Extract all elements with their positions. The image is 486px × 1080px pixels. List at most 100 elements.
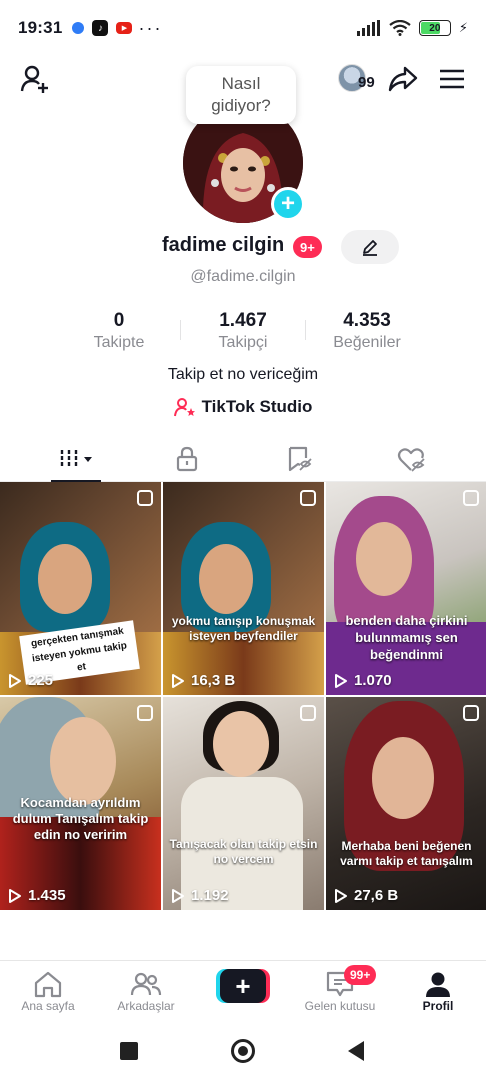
video-thumbnail[interactable]: Tanışacak olan takip etsin no vercem 1.1… <box>163 697 324 910</box>
video-view-count: 1.435 <box>8 887 66 904</box>
status-right: 20 ⚡ <box>356 20 468 36</box>
multi-photo-icon <box>300 705 316 721</box>
view-count-text: 1.435 <box>28 887 66 904</box>
status-bubble[interactable]: Nasıl gidiyor? <box>186 66 296 124</box>
nav-inbox[interactable]: 99+ Gelen kutusu <box>292 965 388 1013</box>
profile-content-tabs <box>0 436 486 482</box>
play-icon <box>335 888 347 903</box>
stat-likes-value: 4.353 <box>343 310 391 331</box>
tab-reposts[interactable] <box>264 436 334 482</box>
system-navigation-bar <box>0 1024 486 1080</box>
play-icon <box>335 673 347 688</box>
home-system-button[interactable] <box>231 1039 255 1063</box>
nav-profile-label: Profil <box>422 999 454 1013</box>
video-view-count: 225 <box>8 672 53 689</box>
status-time: 19:31 <box>18 18 63 37</box>
charging-icon: ⚡ <box>458 20 468 35</box>
back-button[interactable] <box>346 1040 366 1062</box>
view-count-text: 1.070 <box>354 672 392 689</box>
share-profile-button[interactable] <box>386 62 420 96</box>
friends-icon <box>130 972 162 996</box>
share-icon <box>388 66 418 92</box>
more-notifications-icon: ··· <box>138 17 163 38</box>
videos-grid-icon <box>60 450 92 468</box>
stat-followers-label: Takipçi <box>218 334 268 351</box>
reposts-icon <box>288 446 312 472</box>
tab-liked[interactable] <box>376 436 446 482</box>
bubble-line-2: gidiyor? <box>211 96 271 115</box>
video-caption: yokmu tanışıp konuşmak isteyen beyfendil… <box>171 614 316 643</box>
nav-home-label: Ana sayfa <box>21 999 75 1013</box>
private-lock-icon <box>176 446 198 472</box>
bottom-navigation: Ana sayfa Arkadaşlar + 99+ Gelen kutusu <box>0 960 486 1024</box>
menu-icon <box>440 69 464 89</box>
menu-button[interactable] <box>435 62 469 96</box>
play-icon <box>9 888 21 903</box>
video-thumbnail[interactable]: gerçekten tanışmak isteyen yokmu takip e… <box>0 482 161 695</box>
video-view-count: 27,6 B <box>334 887 398 904</box>
edit-profile-button[interactable] <box>341 230 399 264</box>
stat-following-label: Takipte <box>93 334 145 351</box>
video-view-count: 1.070 <box>334 672 392 689</box>
signal-icon <box>356 20 380 36</box>
video-view-count: 1.192 <box>171 887 229 904</box>
nav-home[interactable]: Ana sayfa <box>0 969 96 1013</box>
thumbnail-face <box>213 711 269 777</box>
status-notification-icons: ♪ ▶ <box>72 20 133 36</box>
video-thumbnail[interactable]: yokmu tanışıp konuşmak isteyen beyfendil… <box>163 482 324 695</box>
video-caption: Tanışacak olan takip etsin no vercem <box>169 837 318 866</box>
tiktok-studio-link[interactable]: TikTok Studio <box>0 397 486 417</box>
nav-friends-label: Arkadaşlar <box>117 999 175 1013</box>
play-icon <box>172 888 184 903</box>
liked-icon <box>397 448 425 472</box>
pencil-icon <box>363 240 377 256</box>
studio-user-star-icon <box>173 398 195 417</box>
profile-bio: Takip et no vericeğim <box>167 366 319 383</box>
profile-stats: 0 Takipte 1.467 Takipçi 4.353 Beğeniler <box>0 310 486 354</box>
nav-profile[interactable]: Profil <box>390 969 486 1013</box>
view-count-text: 27,6 B <box>354 887 399 904</box>
multi-photo-icon <box>137 705 153 721</box>
battery-icon: 20 <box>418 20 451 36</box>
stat-likes-label: Beğeniler <box>333 334 401 351</box>
nav-inbox-label: Gelen kutusu <box>304 999 376 1013</box>
profile-icon <box>426 972 450 997</box>
notification-badge[interactable]: 9+ <box>293 236 322 258</box>
stat-likes[interactable]: 4.353 Beğeniler <box>322 310 412 352</box>
chat-notification-icon <box>72 22 85 34</box>
inbox-badge: 99+ <box>344 965 377 985</box>
stat-followers[interactable]: 1.467 Takipçi <box>198 310 288 352</box>
thumbnail-face <box>199 544 253 614</box>
multi-photo-icon <box>137 490 153 506</box>
play-icon <box>9 673 21 688</box>
view-count-text: 225 <box>28 672 54 689</box>
add-friend-button[interactable] <box>18 62 52 96</box>
video-thumbnail[interactable]: Merhaba beni beğenen varmı takip et tanı… <box>326 697 486 910</box>
stat-divider <box>305 320 306 340</box>
name-row: fadime cilgin 9+ <box>0 230 486 264</box>
recent-apps-button[interactable] <box>120 1042 138 1060</box>
stat-followers-value: 1.467 <box>219 310 267 331</box>
thumbnail-face <box>38 544 92 614</box>
nav-friends[interactable]: Arkadaşlar <box>98 969 194 1013</box>
bubble-line-1: Nasıl <box>221 74 261 93</box>
video-caption: Kocamdan ayrıldım dulum Tanışalım takip … <box>12 795 149 842</box>
profile-handle: @fadime.cilgin <box>190 268 296 285</box>
video-view-count: 16,3 B <box>171 672 235 689</box>
create-button[interactable]: + <box>216 969 270 1003</box>
thumbnail-face <box>372 737 434 819</box>
video-thumbnail[interactable]: Kocamdan ayrıldım dulum Tanışalım takip … <box>0 697 161 910</box>
multi-photo-icon <box>300 490 316 506</box>
profile-visitors-button[interactable]: 99 <box>336 62 380 96</box>
home-icon <box>34 971 62 998</box>
stat-following-value: 0 <box>113 310 125 331</box>
add-friend-icon <box>20 65 48 93</box>
wifi-icon <box>389 20 411 36</box>
video-grid: gerçekten tanışmak isteyen yokmu takip e… <box>0 482 486 910</box>
tiktok-studio-label: TikTok Studio <box>201 397 313 416</box>
video-thumbnail[interactable]: benden daha çirkini bulunmamış sen beğen… <box>326 482 486 695</box>
tab-videos[interactable] <box>42 436 112 482</box>
tab-private[interactable] <box>152 436 222 482</box>
stat-following[interactable]: 0 Takipte <box>78 310 160 352</box>
add-story-button[interactable]: + <box>271 187 305 221</box>
